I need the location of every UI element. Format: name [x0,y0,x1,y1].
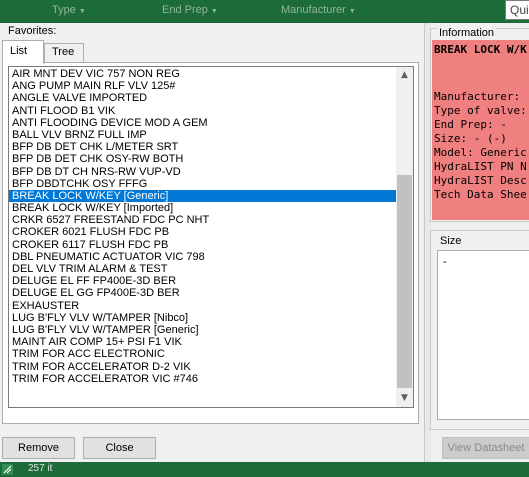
status-bar: 257 it [0,462,529,477]
column-type[interactable]: Type ▼ [52,4,86,16]
size-title: Size [440,235,462,247]
information-line: Size: - (-) [434,132,507,145]
information-line: End Prep: - [434,118,507,131]
information-line: Model: Generic [434,146,527,159]
favorites-items: AIR MNT DEV VIC 757 NON REG ANG PUMP MAIN… [9,68,397,385]
list-item[interactable]: BFP DB DET CHK OSY-RW BOTH [9,153,397,165]
list-item[interactable]: BALL VLV BRNZ FULL IMP [9,129,397,141]
remove-button[interactable]: Remove [2,437,75,459]
list-item[interactable]: BREAK LOCK W/KEY [Imported] [9,202,397,214]
information-line: Tech Data Shee [434,188,527,201]
list-item[interactable]: CROKER 6021 FLUSH FDC PB [9,226,397,238]
list-item[interactable]: TRIM FOR ACCELERATOR D-2 VIK [9,361,397,373]
list-item[interactable]: ANGLE VALVE IMPORTED [9,92,397,104]
list-item[interactable]: BFP DB DET CHK L/METER SRT [9,141,397,153]
favorites-list[interactable]: AIR MNT DEV VIC 757 NON REG ANG PUMP MAIN… [8,66,414,408]
list-item[interactable]: CROKER 6117 FLUSH FDC PB [9,239,397,251]
list-item[interactable]: DBL PNEUMATIC ACTUATOR VIC 798 [9,251,397,263]
column-header-bar: Type ▼ End Prep ▼ Manufacturer ▼ [0,0,529,23]
scroll-down-icon[interactable]: ▼ [396,390,413,407]
size-list[interactable]: - [437,250,529,420]
information-line: Manufacturer: [434,90,521,103]
list-item[interactable]: TRIM FOR ACC ELECTRONIC [9,348,397,360]
list-item[interactable]: LUG B'FLY VLV W/TAMPER [Nibco] [9,312,397,324]
chevron-down-icon: ▼ [348,8,356,15]
chevron-down-icon: ▼ [210,8,218,15]
size-value: - [443,256,447,268]
list-item[interactable]: ANTI FLOOD B1 VIK [9,105,397,117]
list-item[interactable]: LUG B'FLY VLV W/TAMPER [Generic] [9,324,397,336]
vertical-scrollbar[interactable]: ▲ ▼ [396,67,413,407]
list-item[interactable]: ANTI FLOODING DEVICE MOD A GEM [9,117,397,129]
chevron-down-icon: ▼ [78,8,86,15]
close-button[interactable]: Close [83,437,156,459]
app-icon [2,464,13,475]
list-item[interactable]: ANG PUMP MAIN RLF VLV 125# [9,80,397,92]
list-item[interactable]: MAINT AIR COMP 15+ PSI F1 VIK [9,336,397,348]
list-item[interactable]: BFP DB DT CH NRS-RW VUP-VD [9,166,397,178]
scrollbar-thumb[interactable] [397,175,412,388]
information-heading: BREAK LOCK W/K [434,43,527,56]
tab-list[interactable]: List [2,40,44,64]
list-item[interactable]: TRIM FOR ACCELERATOR VIC #746 [9,373,397,385]
list-item[interactable]: AIR MNT DEV VIC 757 NON REG [9,68,397,80]
view-datasheet-button[interactable]: View Datasheet [442,437,529,459]
scroll-up-icon[interactable]: ▲ [396,67,413,84]
column-end-prep[interactable]: End Prep ▼ [162,4,218,16]
status-text: 257 it [28,463,53,474]
quick-search-input[interactable]: Qui [505,0,529,20]
list-item[interactable]: CRKR 6527 FREESTAND FDC PC NHT [9,214,397,226]
information-lines: Manufacturer: Type of valve: End Prep: - Si… [434,90,527,202]
information-line: HydraLIST Desc [434,174,527,187]
list-item[interactable]: BREAK LOCK W/KEY [Generic] [9,189,397,203]
information-box: BREAK LOCK W/K Manufacturer: Type of valv… [432,40,529,220]
list-item[interactable]: EXHAUSTER [9,300,397,312]
tab-tree[interactable]: Tree [44,43,84,63]
information-title: Information [437,27,497,39]
list-item[interactable]: BFP DBDTCHK OSY FFFG [9,178,397,190]
list-item[interactable]: DELUGE EL FF FP400E-3D BER [9,275,397,287]
information-line: Type of valve: [434,104,527,117]
list-item[interactable]: DELUGE EL GG FP400E-3D BER [9,287,397,299]
list-item[interactable]: DEL VLV TRIM ALARM & TEST [9,263,397,275]
column-manufacturer[interactable]: Manufacturer ▼ [281,4,356,16]
information-line: HydraLIST PN N [434,160,527,173]
favorites-label: Favorites: [8,25,57,37]
